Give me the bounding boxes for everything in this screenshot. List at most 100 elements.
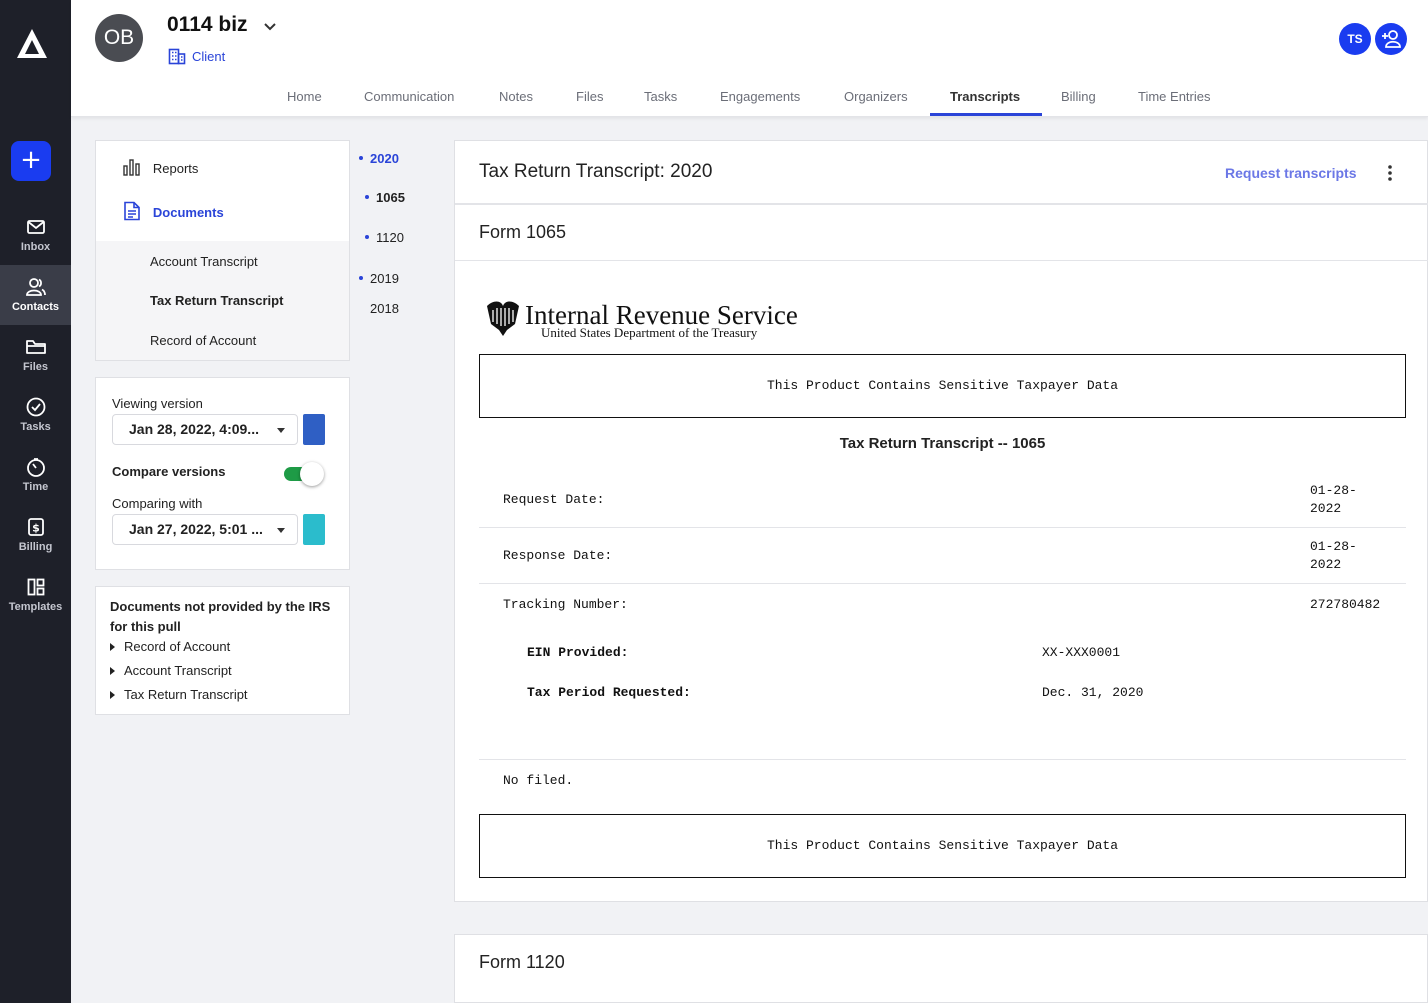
year-label: 2019 <box>370 271 399 286</box>
sidebar-item-inbox[interactable]: Inbox <box>0 205 71 265</box>
compare-versions-label: Compare versions <box>112 464 226 479</box>
form-1120-card <box>454 934 1428 1003</box>
row-divider <box>479 527 1406 528</box>
not-provided-item[interactable]: Account Transcript <box>110 663 232 678</box>
contacts-icon <box>25 278 46 296</box>
active-tab-indicator <box>930 113 1042 116</box>
sidebar-item-templates[interactable]: Templates <box>0 565 71 625</box>
ein-value: XX-XXX0001 <box>1042 645 1121 660</box>
client-avatar: OB <box>95 14 143 62</box>
client-type-label: Client <box>192 49 226 64</box>
documents-nav[interactable]: Documents <box>123 201 224 221</box>
compare-versions-toggle[interactable] <box>284 461 326 487</box>
comparing-color-swatch <box>303 514 325 545</box>
svg-text:$: $ <box>32 522 40 535</box>
row-divider <box>479 759 1406 760</box>
year-item-2019[interactable]: 2019 <box>359 271 399 286</box>
sidebar-item-label: Templates <box>8 601 63 613</box>
comparing-version-value: Jan 27, 2022, 5:01 ... <box>129 521 263 537</box>
caret-down-icon <box>277 528 285 533</box>
timer-icon <box>26 458 45 477</box>
more-options-icon[interactable] <box>1384 164 1396 185</box>
tab-transcripts[interactable]: Transcripts <box>950 89 1020 104</box>
response-date-value-2: 2022 <box>1310 557 1342 572</box>
sidebar-item-label: Time <box>22 481 49 493</box>
response-date-label: Response Date: <box>503 548 613 563</box>
request-transcripts-link[interactable]: Request transcripts <box>1225 165 1356 181</box>
viewing-version-label: Viewing version <box>112 396 203 411</box>
form-item-1120[interactable]: 1120 <box>365 230 404 245</box>
form-title: Form 1065 <box>479 222 567 242</box>
tab-tasks[interactable]: Tasks <box>644 89 677 104</box>
add-user-icon <box>1382 30 1401 48</box>
sidebar-item-billing[interactable]: $ Billing <box>0 505 71 565</box>
row-divider <box>479 583 1406 584</box>
viewing-version-select[interactable]: Jan 28, 2022, 4:09... <box>112 414 298 445</box>
sensitive-data-banner: This Product Contains Sensitive Taxpayer… <box>479 354 1406 418</box>
doc-link-account-transcript[interactable]: Account Transcript <box>150 254 258 269</box>
user-avatar[interactable]: TS <box>1339 23 1371 55</box>
sidebar-item-label: Files <box>22 361 49 373</box>
transcript-heading: Tax Return Transcript -- 1065 <box>839 435 1046 452</box>
client-name: 0114 biz <box>167 13 248 36</box>
sensitive-data-banner: This Product Contains Sensitive Taxpayer… <box>479 814 1406 878</box>
sidebar-item-time[interactable]: Time <box>0 445 71 505</box>
doc-link-record-of-account[interactable]: Record of Account <box>150 333 256 348</box>
comparing-with-label: Comparing with <box>112 496 203 511</box>
irs-eagle-icon: Internal Revenue Service United States D… <box>487 300 798 340</box>
sidebar-item-contacts[interactable]: Contacts <box>0 265 71 325</box>
reports-nav[interactable]: Reports <box>123 158 198 176</box>
tab-billing[interactable]: Billing <box>1061 89 1096 104</box>
form-label: 1120 <box>376 230 404 245</box>
not-provided-item[interactable]: Record of Account <box>110 639 230 654</box>
year-label: 2020 <box>370 151 399 166</box>
bullet-dot <box>365 195 369 199</box>
templates-icon <box>27 578 44 596</box>
tab-organizers[interactable]: Organizers <box>844 89 908 104</box>
bullet-dot <box>359 276 363 280</box>
year-item-2018[interactable]: 2018 <box>370 301 399 316</box>
response-date-value-1: 01-28- <box>1310 539 1357 554</box>
no-filed-text: No filed. <box>503 773 574 788</box>
check-circle-icon <box>26 397 45 417</box>
year-item-2020[interactable]: 2020 <box>359 151 399 166</box>
tab-notes[interactable]: Notes <box>499 89 533 104</box>
irs-subtitle: United States Department of the Treasury <box>541 325 758 340</box>
folder-icon <box>25 340 46 354</box>
viewing-color-swatch <box>303 414 325 445</box>
mail-icon <box>26 220 45 234</box>
sidebar-item-tasks[interactable]: Tasks <box>0 385 71 445</box>
documents-label: Documents <box>152 205 224 220</box>
form-item-1065[interactable]: 1065 <box>365 190 405 205</box>
sidebar-item-label: Billing <box>18 541 53 553</box>
add-user-button[interactable] <box>1375 23 1407 55</box>
irs-logo: Internal Revenue Service United States D… <box>483 296 803 347</box>
tab-home[interactable]: Home <box>287 89 322 104</box>
building-icon <box>168 48 186 65</box>
request-date-value-2: 2022 <box>1310 501 1342 516</box>
tab-engagements[interactable]: Engagements <box>720 89 800 104</box>
bullet-dot <box>359 156 363 160</box>
form-section-header <box>455 203 1428 261</box>
document-icon <box>124 201 140 221</box>
client-type-link[interactable]: Client <box>168 48 225 65</box>
bullet-dot <box>365 235 369 239</box>
doc-link-tax-return-transcript[interactable]: Tax Return Transcript <box>150 293 283 308</box>
billing-icon: $ <box>27 518 44 536</box>
viewing-version-value: Jan 28, 2022, 4:09... <box>129 421 259 437</box>
not-provided-title: Documents not provided by the IRS for th… <box>110 599 331 634</box>
chevron-down-icon[interactable] <box>261 18 279 39</box>
sidebar-item-label: Contacts <box>11 301 60 313</box>
tax-period-label: Tax Period Requested: <box>527 685 691 700</box>
transcript-title: Tax Return Transcript: 2020 <box>479 161 713 182</box>
add-new-button[interactable]: + <box>11 141 51 181</box>
tab-time-entries[interactable]: Time Entries <box>1138 89 1210 104</box>
sidebar-item-files[interactable]: Files <box>0 325 71 385</box>
app-logo-icon[interactable] <box>14 26 50 62</box>
tab-communication[interactable]: Communication <box>364 89 454 104</box>
tab-files[interactable]: Files <box>576 89 603 104</box>
sidebar-item-label: Inbox <box>20 241 51 253</box>
not-provided-item[interactable]: Tax Return Transcript <box>110 687 248 702</box>
comparing-version-select[interactable]: Jan 27, 2022, 5:01 ... <box>112 514 298 545</box>
tracking-number-value: 272780482 <box>1310 597 1381 612</box>
